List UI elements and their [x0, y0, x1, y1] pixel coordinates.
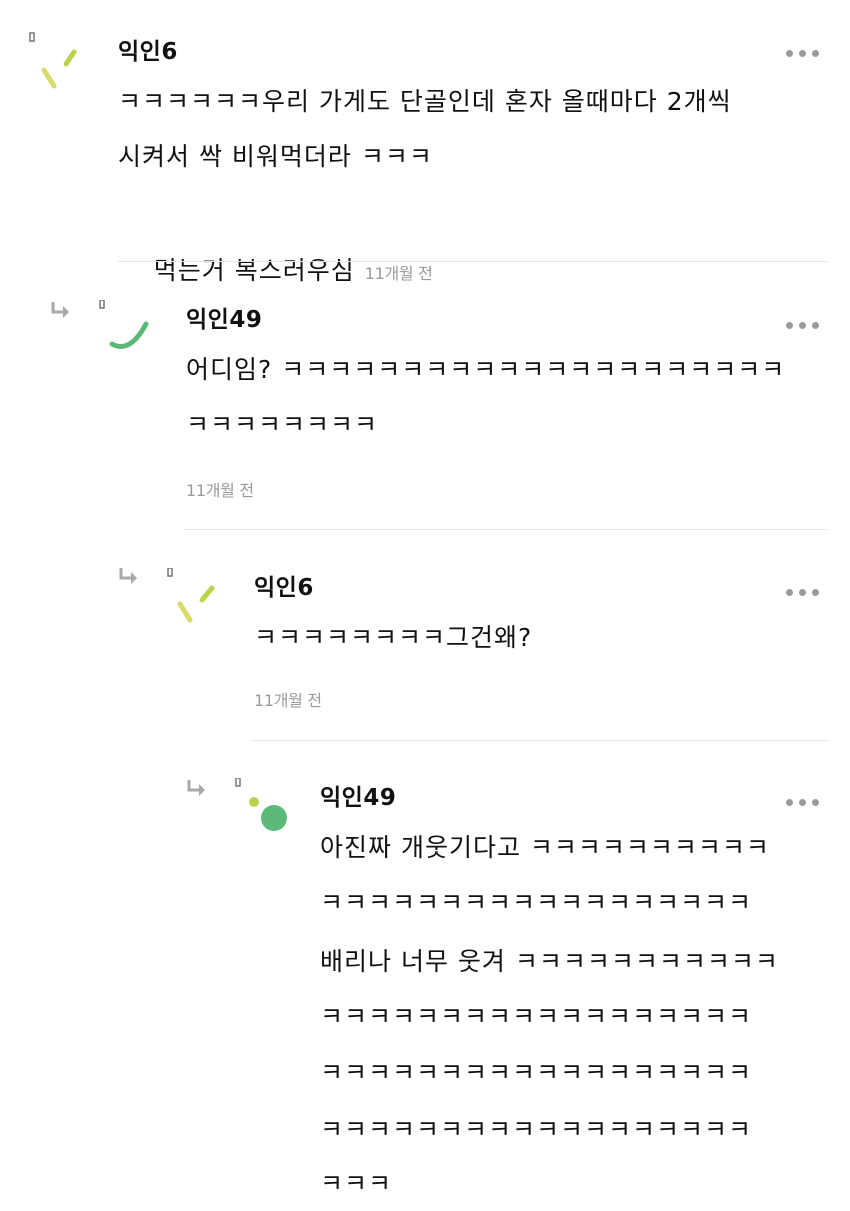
- reply-arrow-icon: [118, 566, 140, 586]
- comment-1: 익인6 ㅋㅋㅋㅋㅋㅋ우리 가게도 단골인데 혼자 올때마다 2개씩 시켜서 싹 …: [0, 0, 850, 285]
- comment-line: ㅋㅋㅋㅋㅋㅋㅋㅋㅋㅋㅋㅋㅋㅋㅋㅋㅋㅋ: [320, 888, 753, 917]
- comment-author[interactable]: 익인49: [320, 778, 396, 812]
- comment-line: ㅋㅋㅋㅋㅋㅋㅋㅋㅋㅋㅋㅋㅋㅋㅋㅋㅋㅋ: [320, 1002, 753, 1031]
- confetti-avatar-icon[interactable]: [166, 567, 236, 638]
- more-options-icon[interactable]: [786, 795, 826, 809]
- comment-line: 아진짜 개웃기다고 ㅋㅋㅋㅋㅋㅋㅋㅋㅋㅋ: [320, 833, 770, 862]
- comment-line: ㅋㅋㅋㅋㅋㅋㅋㅋㅋㅋㅋㅋㅋㅋㅋㅋㅋㅋ: [320, 1115, 753, 1144]
- comment-line: ㅋㅋㅋㅋㅋㅋㅋㅋ그건왜?: [254, 623, 533, 652]
- more-options-icon[interactable]: [786, 46, 826, 60]
- confetti-avatar-icon[interactable]: [28, 30, 98, 100]
- dots-avatar-icon[interactable]: [234, 777, 304, 848]
- comment-time: 11개월 전: [186, 481, 254, 500]
- comment-divider: [252, 740, 828, 741]
- comment-line: 시켜서 싹 비워먹더라 ㅋㅋㅋ: [118, 142, 433, 171]
- comment-author[interactable]: 익인49: [186, 300, 262, 334]
- reply-arrow-icon: [50, 300, 72, 320]
- comment-3: 익인6 ㅋㅋㅋㅋㅋㅋㅋㅋ그건왜? 11개월 전: [0, 530, 850, 742]
- comment-4: 익인49 아진짜 개웃기다고 ㅋㅋㅋㅋㅋㅋㅋㅋㅋㅋ ㅋㅋㅋㅋㅋㅋㅋㅋㅋㅋㅋㅋㅋㅋ…: [0, 742, 850, 1203]
- comment-line: 배리나 너무 웃겨 ㅋㅋㅋㅋㅋㅋㅋㅋㅋㅋㅋ: [320, 947, 779, 976]
- arc-avatar-icon[interactable]: [98, 299, 168, 370]
- comment-line: ㅋㅋㅋㅋㅋㅋ우리 가게도 단골인데 혼자 올때마다 2개씩: [118, 87, 732, 116]
- comment-line: ㅋㅋㅋㅋㅋㅋㅋㅋ: [186, 410, 379, 439]
- comment-author[interactable]: 익인6: [254, 568, 314, 602]
- reply-arrow-icon: [186, 778, 208, 798]
- comment-line: 어디임? ㅋㅋㅋㅋㅋㅋㅋㅋㅋㅋㅋㅋㅋㅋㅋㅋㅋㅋㅋㅋㅋ: [186, 355, 786, 384]
- comment-2: 익인49 어디임? ㅋㅋㅋㅋㅋㅋㅋㅋㅋㅋㅋㅋㅋㅋㅋㅋㅋㅋㅋㅋㅋ ㅋㅋㅋㅋㅋㅋㅋㅋ…: [0, 262, 850, 530]
- more-options-icon[interactable]: [786, 585, 826, 599]
- comment-author[interactable]: 익인6: [118, 32, 178, 66]
- comment-time: 11개월 전: [254, 691, 322, 710]
- more-options-icon[interactable]: [786, 318, 826, 332]
- comment-line: ㅋㅋㅋㅋㅋㅋㅋㅋㅋㅋㅋㅋㅋㅋㅋㅋㅋㅋ: [320, 1058, 753, 1087]
